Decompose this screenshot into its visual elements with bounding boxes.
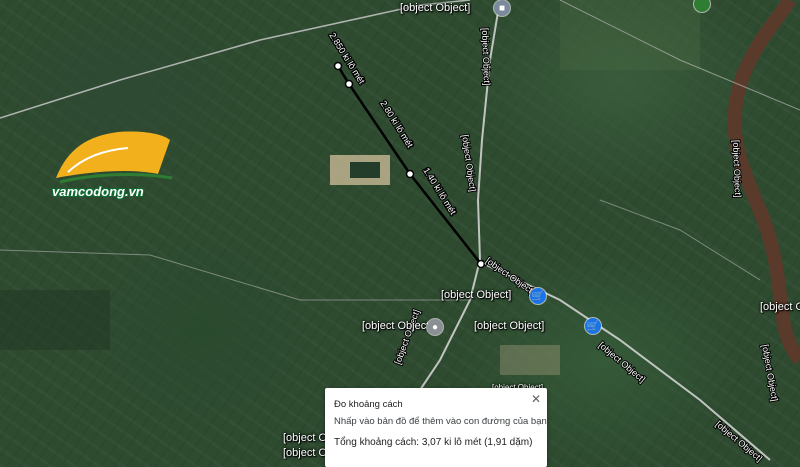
field-patch: [500, 345, 560, 375]
road-label: [object Object]: [597, 340, 647, 385]
pond: [350, 162, 380, 178]
shop-icon[interactable]: 🛒: [585, 318, 601, 334]
measure-point[interactable]: [333, 61, 343, 71]
gov-icon[interactable]: ■: [494, 0, 510, 16]
place-label-district: [object Object]: [400, 2, 471, 14]
place-label-market: [object Object]: [474, 320, 545, 332]
segment-distance-label: 2.80 ki lô mét: [378, 99, 415, 150]
road-label: [object Object]: [714, 419, 764, 464]
road-label: [object Object]: [392, 308, 421, 365]
measure-point[interactable]: [476, 259, 486, 269]
measure-total-distance: Tổng khoảng cách: 3,07 ki lô mét (1,91 d…: [334, 437, 533, 448]
place-label-poi: [object Object]: [362, 320, 433, 332]
logo-text: vamcodong.vn: [52, 184, 144, 199]
place-icon[interactable]: ●: [427, 319, 443, 335]
road: [0, 0, 471, 119]
measure-distance-panel: Đo khoảng cách ✕ Nhấp vào bản đồ để thêm…: [325, 388, 547, 467]
close-icon[interactable]: ✕: [531, 392, 541, 406]
place-label-market: [object Object]: [441, 289, 512, 301]
measure-instructions: Nhấp vào bản đồ để thêm vào con đường củ…: [334, 416, 547, 427]
watermark-logo: vamcodong.vn: [48, 128, 176, 208]
river-label: [object Object]: [760, 344, 780, 402]
road: [599, 199, 761, 281]
field-patch: [0, 290, 110, 350]
segment-distance-label: 1.40 ki lô mét: [421, 166, 458, 217]
place-label-bridge: [object Object]: [760, 301, 800, 313]
measure-point[interactable]: [405, 169, 415, 179]
segment-distance-label: 2.850 ki lô mét: [327, 31, 367, 86]
measure-point[interactable]: [344, 79, 354, 89]
shop-icon[interactable]: 🛒: [530, 288, 546, 304]
road-label: [object Object]: [460, 134, 478, 192]
satellite-map[interactable]: 2.850 ki lô mét 2.80 ki lô mét 1.40 ki l…: [0, 0, 800, 467]
measure-title: Đo khoảng cách: [334, 399, 403, 410]
river-label: [object Object]: [731, 140, 743, 198]
road-label: [object Object]: [480, 28, 492, 86]
